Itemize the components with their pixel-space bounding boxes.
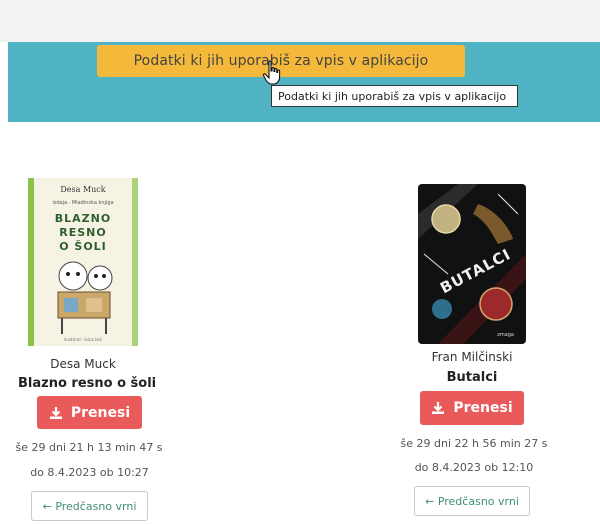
download-button-2[interactable]: Prenesi [420,391,524,425]
svg-text:izdaja · Mladinska knjiga: izdaja · Mladinska knjiga [52,200,113,206]
time-remaining: še 29 dni 21 h 13 min 47 s [15,441,163,454]
svg-text:Desa Muck: Desa Muck [60,185,105,194]
svg-text:ilustriral · Ivica Ivić: ilustriral · Ivica Ivić [64,337,102,342]
download-icon [49,406,62,419]
book-title[interactable]: Blazno resno o šoli [18,376,156,391]
hand-cursor-icon [262,60,281,85]
download-icon [432,402,445,414]
early-return-button-1[interactable]: ← Predčasno vrni [31,491,148,521]
download-button-1[interactable]: Prenesi [37,396,142,429]
svg-text:RESNO: RESNO [59,226,106,239]
svg-text:BLAZNO: BLAZNO [55,212,111,225]
book-author: Desa Muck [50,357,116,371]
early-return-button-2[interactable]: ← Predčasno vrni [414,486,530,516]
book-cover-1[interactable]: Desa Muck izdaja · Mladinska knjiga BLAZ… [28,178,138,346]
library-page: Podatki ki jih uporabiš za vpis v aplika… [0,0,600,525]
expiry-date: do 8.4.2023 ob 12:10 [414,461,534,474]
svg-text:O ŠOLI: O ŠOLI [59,240,107,253]
book-cover-2[interactable]: BUTALCI zmaga [418,184,526,344]
download-label: Prenesi [70,404,131,421]
time-remaining: še 29 dni 22 h 56 min 27 s [400,437,548,450]
top-strip [0,0,600,42]
svg-text:zmaga: zmaga [497,332,514,338]
book-author: Fran Milčinski [431,350,513,364]
download-label: Prenesi [453,400,513,416]
tooltip: Podatki ki jih uporabiš za vpis v aplika… [271,85,518,107]
expiry-date: do 8.4.2023 ob 10:27 [30,466,149,479]
book-title[interactable]: Butalci [418,370,526,385]
